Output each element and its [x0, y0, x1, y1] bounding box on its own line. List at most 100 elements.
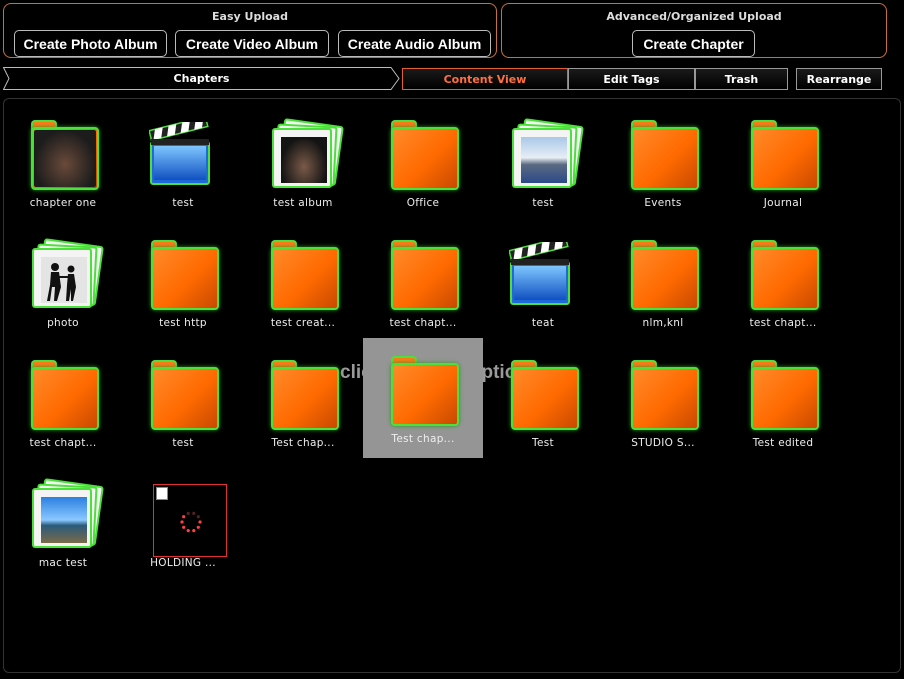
easy-upload-title: Easy Upload	[212, 10, 288, 23]
silhouette-photo	[41, 257, 87, 303]
item-label: test chapt...	[749, 317, 817, 329]
advanced-upload-title: Advanced/Organized Upload	[606, 10, 782, 23]
grid-item-album-ship[interactable]: mac test	[13, 470, 113, 569]
item-label: chapter one	[29, 197, 97, 209]
folder-body	[151, 367, 219, 430]
grid-item-folder[interactable]: Journal	[733, 110, 833, 209]
grid-item-folder[interactable]: Test chap...	[253, 350, 353, 449]
create-video-album-button[interactable]: Create Video Album	[175, 30, 329, 57]
item-thumbnail	[628, 358, 699, 430]
item-label: STUDIO S...	[631, 437, 695, 449]
item-label: Test chap...	[391, 433, 455, 445]
people-photo	[281, 137, 327, 183]
ship-photo	[41, 497, 87, 543]
item-thumbnail	[388, 354, 459, 426]
grid-item-folder[interactable]: test chapt...	[13, 350, 113, 449]
stack-sheet-front	[512, 128, 572, 188]
item-label: test	[172, 197, 194, 209]
folder-body	[151, 247, 219, 310]
stack-sheet-front	[272, 128, 332, 188]
item-thumbnail	[148, 478, 227, 557]
item-label: mac test	[38, 557, 88, 569]
grid-item-album-people[interactable]: test album	[253, 110, 353, 209]
item-thumbnail	[28, 478, 104, 550]
grid-item-video[interactable]: teat	[493, 230, 593, 329]
item-thumbnail	[28, 238, 104, 310]
item-label: teat	[531, 317, 555, 329]
easy-upload-panel: Easy Upload Create Photo Album Create Vi…	[3, 3, 497, 58]
item-label: Test	[532, 437, 554, 449]
grid-item-folder[interactable]: test creat...	[253, 230, 353, 329]
advanced-upload-panel: Advanced/Organized Upload Create Chapter	[501, 3, 887, 58]
folder-body	[631, 127, 699, 190]
grid-item-folder[interactable]: Test chap...	[363, 338, 483, 458]
grid-item-folder[interactable]: test	[133, 350, 233, 449]
item-thumbnail	[628, 118, 699, 190]
folder-body	[391, 363, 459, 426]
grid-item-folder[interactable]: Test edited	[733, 350, 833, 449]
tab-content-view[interactable]: Content View	[402, 68, 568, 90]
grid-item-folder[interactable]: Events	[613, 110, 713, 209]
grid-item-album-silhouette[interactable]: photo	[13, 230, 113, 329]
folder-body	[391, 247, 459, 310]
grid-item-folder[interactable]: test chapt...	[373, 230, 473, 329]
item-label: test chapt...	[29, 437, 97, 449]
folder-body	[631, 247, 699, 310]
rearrange-button[interactable]: Rearrange	[796, 68, 882, 90]
item-label: Office	[406, 197, 440, 209]
folder-body	[631, 367, 699, 430]
boat-photo	[521, 137, 567, 183]
folder-body	[511, 367, 579, 430]
item-label: test	[532, 197, 554, 209]
spinner-icon	[180, 511, 202, 533]
item-thumbnail	[748, 358, 819, 430]
item-label: Events	[644, 197, 682, 209]
create-audio-album-button[interactable]: Create Audio Album	[338, 30, 491, 57]
folder-body	[271, 247, 339, 310]
grid-item-folder-photo[interactable]: chapter one	[13, 110, 113, 209]
item-thumbnail	[268, 238, 339, 310]
item-label: Test chap...	[271, 437, 335, 449]
item-thumbnail	[748, 118, 819, 190]
item-label: test album	[273, 197, 333, 209]
tab-trash[interactable]: Trash	[695, 68, 788, 90]
grid-item-folder[interactable]: STUDIO S...	[613, 350, 713, 449]
item-thumbnail	[28, 358, 99, 430]
item-label: photo	[47, 317, 79, 329]
loading-thumbnail	[153, 484, 227, 557]
tab-edit-tags[interactable]: Edit Tags	[568, 68, 695, 90]
broken-image-icon	[156, 487, 168, 500]
folder-body	[751, 367, 819, 430]
folder-body	[271, 367, 339, 430]
item-label: nlm,knl	[642, 317, 684, 329]
grid-item-folder[interactable]: test http	[133, 230, 233, 329]
item-thumbnail	[148, 358, 219, 430]
create-photo-album-button[interactable]: Create Photo Album	[14, 30, 167, 57]
item-label: test chapt...	[389, 317, 457, 329]
grid-item-album-boat[interactable]: test	[493, 110, 593, 209]
item-label: test	[172, 437, 194, 449]
item-thumbnail	[268, 118, 344, 190]
grid-item-folder[interactable]: nlm,knl	[613, 230, 713, 329]
grid-item-folder[interactable]: Test	[493, 350, 593, 449]
item-thumbnail	[388, 118, 459, 190]
grid-item-folder[interactable]: Office	[373, 110, 473, 209]
grid-item-loading[interactable]: HOLDING ...	[133, 470, 233, 569]
item-thumbnail	[508, 358, 579, 430]
folder-body	[751, 247, 819, 310]
item-label: test creat...	[270, 317, 336, 329]
stack-sheet-front	[32, 488, 92, 548]
item-thumbnail	[628, 238, 699, 310]
create-chapter-button[interactable]: Create Chapter	[632, 30, 755, 57]
folder-body	[751, 127, 819, 190]
grid-item-video[interactable]: test	[133, 110, 233, 209]
grid-item-folder[interactable]: test chapt...	[733, 230, 833, 329]
item-thumbnail	[508, 118, 584, 190]
item-label: Journal	[763, 197, 803, 209]
item-thumbnail	[268, 358, 339, 430]
video-clapper-icon	[149, 122, 210, 185]
item-thumbnail	[148, 238, 219, 310]
chapters-breadcrumb[interactable]: Chapters	[3, 67, 400, 90]
folder-body	[391, 127, 459, 190]
item-thumbnail	[508, 238, 578, 310]
